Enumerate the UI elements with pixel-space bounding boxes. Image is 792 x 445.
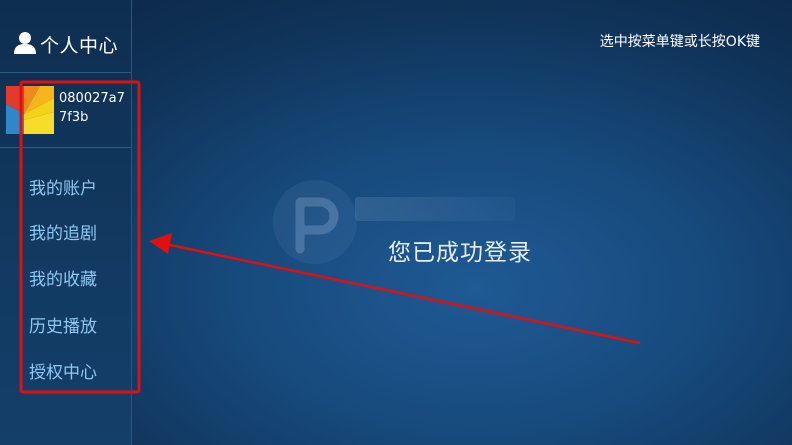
login-success-message: 您已成功登录	[388, 240, 532, 266]
account-id: 080027a77f3b	[59, 91, 125, 125]
sidebar-item-history[interactable]: 历史播放	[29, 312, 97, 337]
sidebar-item-following[interactable]: 我的追剧	[29, 219, 97, 244]
sidebar: 个人中心 080027a77f3b 我的账户 我的追剧 我的收藏 历史播放 授权…	[0, 0, 132, 445]
divider	[0, 147, 131, 148]
user-icon	[14, 32, 36, 54]
avatar[interactable]	[6, 86, 54, 134]
menu-hint: 选中按菜单键或长按OK键	[599, 34, 760, 50]
sidebar-header: 个人中心	[0, 0, 131, 73]
page-title: 个人中心	[40, 35, 119, 57]
sidebar-item-authorization[interactable]: 授权中心	[29, 358, 97, 383]
sidebar-item-account[interactable]: 我的账户	[29, 174, 97, 199]
watermark-text	[355, 197, 515, 221]
sidebar-item-favorites[interactable]: 我的收藏	[29, 265, 97, 290]
watermark-logo	[273, 180, 357, 264]
annotation-arrow-head	[149, 233, 172, 254]
